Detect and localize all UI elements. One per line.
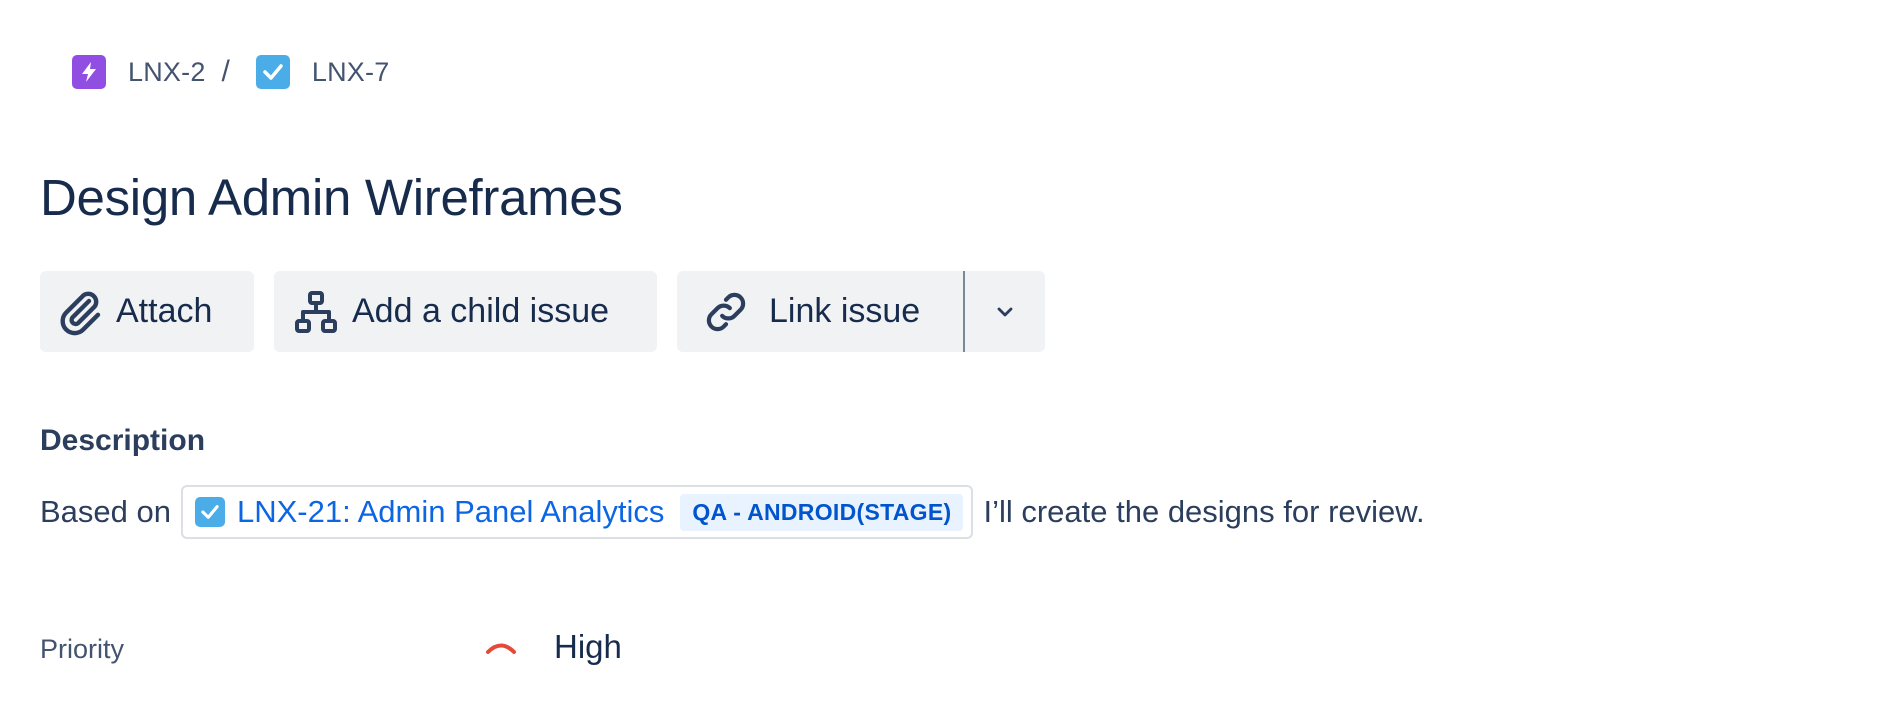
breadcrumb-parent-issue[interactable]: LNX-2 <box>72 55 206 89</box>
paperclip-icon <box>56 288 104 336</box>
breadcrumb-current-issue[interactable]: LNX-7 <box>255 55 390 89</box>
attach-label: Attach <box>116 292 213 330</box>
link-issue-more-button[interactable] <box>965 271 1045 352</box>
linked-issue-title: LNX-21: Admin Panel Analytics <box>237 494 665 529</box>
add-child-issue-button[interactable]: Add a child issue <box>274 271 657 352</box>
description-suffix: I’ll create the designs for review. <box>983 494 1425 529</box>
attach-button[interactable]: Attach <box>40 271 254 352</box>
breadcrumb-current-key: LNX-7 <box>311 56 390 87</box>
issue-action-toolbar: Attach Add a child issue Link issue <box>40 271 1045 352</box>
chevron-down-icon <box>995 305 1015 319</box>
link-issue-split-button: Link issue <box>677 271 1045 352</box>
description-body[interactable]: Based on LNX-21: Admin Panel Analytics Q… <box>40 485 1425 539</box>
task-check-icon <box>255 55 290 89</box>
priority-label: Priority <box>40 634 125 664</box>
link-issue-button[interactable]: Link issue <box>677 271 963 352</box>
link-issue-label: Link issue <box>769 292 921 330</box>
breadcrumb: LNX-2 / LNX-7 <box>72 52 389 92</box>
task-check-icon <box>195 497 225 527</box>
linked-issue-smart-link[interactable]: LNX-21: Admin Panel Analytics QA - ANDRO… <box>181 485 974 539</box>
priority-field[interactable]: High <box>484 628 622 666</box>
add-child-issue-label: Add a child issue <box>352 292 610 330</box>
breadcrumb-parent-key: LNX-2 <box>128 56 206 87</box>
description-prefix: Based on <box>40 494 171 529</box>
breadcrumb-separator: / <box>221 55 230 88</box>
issue-view: LNX-2 / LNX-7 Design Admin Wireframes At… <box>0 0 1904 723</box>
epic-lightning-icon <box>72 55 106 89</box>
link-icon <box>703 289 749 335</box>
issue-title[interactable]: Design Admin Wireframes <box>40 168 623 227</box>
priority-value: High <box>554 628 622 665</box>
status-lozenge: QA - ANDROID(STAGE) <box>680 493 964 531</box>
description-heading: Description <box>40 424 206 457</box>
hierarchy-icon <box>292 288 340 336</box>
priority-high-icon <box>484 637 518 657</box>
